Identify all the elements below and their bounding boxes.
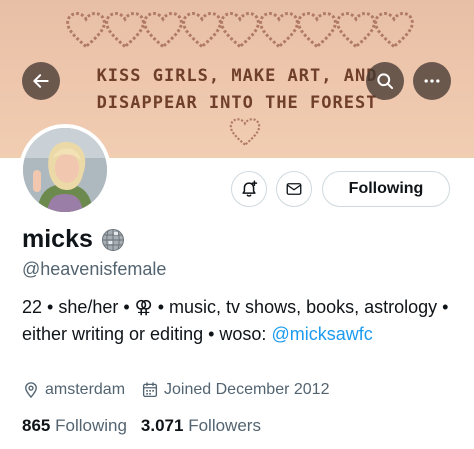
joined-text: Joined December 2012 — [164, 381, 330, 398]
banner-heart-icon — [104, 12, 145, 49]
location-pin-icon — [25, 382, 37, 398]
name-row: micks — [22, 225, 125, 254]
banner-heart-icon — [229, 118, 261, 147]
banner-heart-icon — [181, 12, 222, 49]
banner-heart-icon — [143, 12, 183, 49]
avatar[interactable] — [19, 124, 111, 216]
search-icon — [377, 73, 394, 90]
banner-heart-icon — [297, 12, 337, 49]
bell-plus-icon — [242, 180, 258, 197]
location-text: amsterdam — [45, 381, 126, 398]
following-stat[interactable]: 865 Following — [22, 416, 127, 436]
user-handle: @heavenisfemale — [22, 259, 167, 279]
banner-heart-icon — [66, 12, 106, 49]
calendar-icon — [142, 382, 158, 398]
more-horizontal-icon — [424, 79, 440, 83]
location-item: amsterdam — [22, 381, 125, 399]
message-button[interactable] — [276, 171, 312, 207]
following-label: Following — [55, 416, 127, 435]
banner-text-line-2: DISAPPEAR INTO THE FOREST — [96, 93, 378, 113]
notifications-button[interactable] — [231, 171, 267, 207]
banner-hearts — [64, 8, 414, 58]
more-options-button[interactable] — [413, 62, 451, 100]
followers-count: 3.071 — [140, 416, 184, 435]
joined-item: Joined December 2012 — [141, 381, 329, 399]
envelope-icon — [286, 183, 302, 195]
arrow-left-icon — [33, 74, 49, 88]
following-count: 865 — [22, 416, 51, 435]
following-button[interactable]: Following — [322, 171, 450, 207]
avatar-photo — [23, 128, 107, 212]
bio-mention-link[interactable]: @micksawfc — [271, 324, 372, 344]
banner-heart-icon — [335, 12, 376, 49]
back-button[interactable] — [22, 62, 60, 100]
disco-ball-icon — [101, 228, 124, 251]
search-button[interactable] — [366, 62, 404, 100]
banner-heart-icon — [220, 12, 260, 49]
banner-heart-icon — [258, 12, 299, 49]
followers-stat[interactable]: 3.071 Followers — [141, 416, 261, 436]
follow-stats: 865 Following 3.071 Followers — [22, 416, 275, 436]
followers-label: Followers — [188, 416, 261, 435]
display-name: micks — [22, 225, 93, 253]
bio-text: 22 • she/her • ⚢ • music, tv shows, book… — [22, 297, 449, 344]
profile-meta: amsterdam Joined December 2012 — [22, 381, 345, 399]
banner-heart-icon — [374, 12, 414, 49]
profile-bio: 22 • she/her • ⚢ • music, tv shows, book… — [22, 294, 462, 348]
